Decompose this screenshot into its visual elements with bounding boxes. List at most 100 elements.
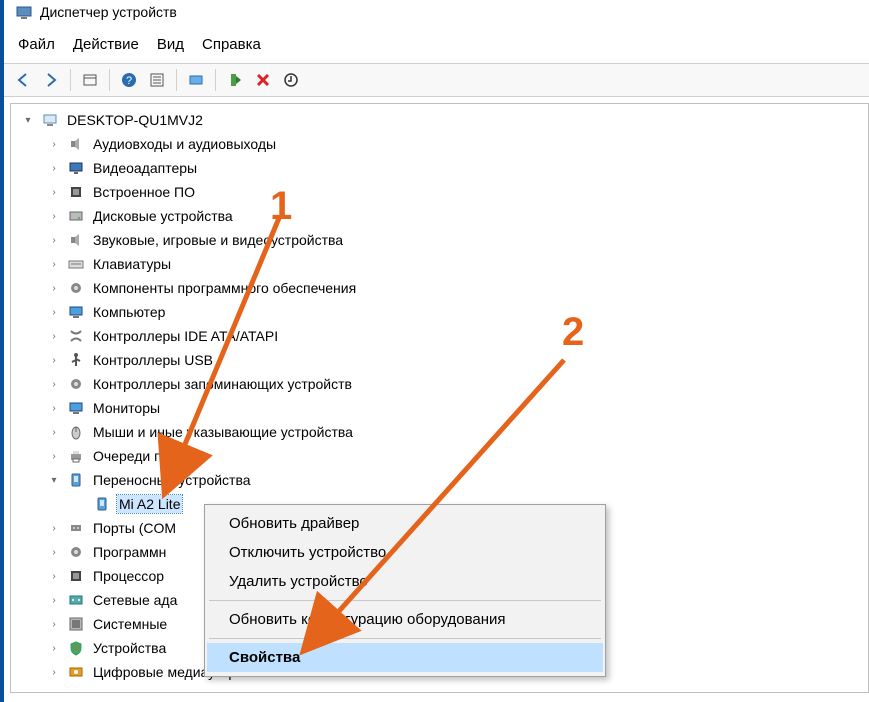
menu-view[interactable]: Вид bbox=[157, 36, 184, 53]
window-titlebar: Диспетчер устройств bbox=[4, 0, 869, 26]
tree-item-label: Мыши и иные указывающие устройства bbox=[91, 423, 355, 441]
expander-icon[interactable]: › bbox=[45, 547, 63, 558]
tree-item-label: Дисковые устройства bbox=[91, 207, 235, 225]
tree-item-label: Аудиовходы и аудиовыходы bbox=[91, 135, 278, 153]
display-icon bbox=[67, 159, 85, 177]
scan-button[interactable] bbox=[183, 67, 209, 93]
tree-item-sound[interactable]: › Звуковые, игровые и видеоустройства bbox=[11, 228, 868, 252]
tree-item-computer[interactable]: ›Компьютер bbox=[11, 300, 868, 324]
enable-button[interactable] bbox=[222, 67, 248, 93]
expander-icon[interactable]: › bbox=[45, 187, 63, 198]
monitor-icon bbox=[67, 399, 85, 417]
expander-icon[interactable]: ▾ bbox=[19, 115, 37, 126]
expander-icon[interactable]: › bbox=[45, 427, 63, 438]
tree-item-label: Процессор bbox=[91, 567, 166, 585]
expander-icon[interactable]: › bbox=[45, 235, 63, 246]
toolbar-separator bbox=[109, 69, 110, 91]
app-icon bbox=[16, 4, 32, 20]
tree-item-print-queue[interactable]: › Очереди печати bbox=[11, 444, 868, 468]
tree-item-label: Контроллеры IDE ATA/ATAPI bbox=[91, 327, 280, 345]
tree-item-monitors[interactable]: ›Мониторы bbox=[11, 396, 868, 420]
toolbar-separator bbox=[70, 69, 71, 91]
tree-item-label: Компоненты программного обеспечения bbox=[91, 279, 358, 297]
properties-button[interactable] bbox=[144, 67, 170, 93]
tree-item-mice[interactable]: › Мыши и иные указывающие устройства bbox=[11, 420, 868, 444]
chip-icon bbox=[67, 567, 85, 585]
tree-root[interactable]: ▾ DESKTOP-QU1MVJ2 bbox=[11, 108, 868, 132]
shield-icon bbox=[67, 639, 85, 657]
expander-icon[interactable]: › bbox=[45, 139, 63, 150]
gear-icon bbox=[67, 375, 85, 393]
context-menu-properties[interactable]: Свойства bbox=[207, 643, 603, 672]
menu-action[interactable]: Действие bbox=[73, 36, 139, 53]
expander-icon[interactable]: ▾ bbox=[45, 475, 63, 486]
tree-item-label: Видеоадаптеры bbox=[91, 159, 199, 177]
context-menu-separator bbox=[209, 600, 601, 601]
expander-icon[interactable]: › bbox=[45, 283, 63, 294]
tree-item-portable[interactable]: ▾ Переносные устройства bbox=[11, 468, 868, 492]
tree-item-label: Переносные устройства bbox=[91, 471, 253, 489]
context-menu-update-driver[interactable]: Обновить драйвер bbox=[207, 509, 603, 538]
expander-icon[interactable]: › bbox=[45, 619, 63, 630]
usb-icon bbox=[67, 351, 85, 369]
expander-icon[interactable]: › bbox=[45, 523, 63, 534]
expander-icon[interactable]: › bbox=[45, 355, 63, 366]
media-icon bbox=[67, 663, 85, 681]
tree-item-software[interactable]: › Компоненты программного обеспечения bbox=[11, 276, 868, 300]
menubar: Файл Действие Вид Справка bbox=[4, 26, 869, 63]
expander-icon[interactable]: › bbox=[45, 667, 63, 678]
context-menu: Обновить драйверОтключить устройствоУдал… bbox=[204, 504, 606, 677]
tree-item-video[interactable]: › Видеоадаптеры bbox=[11, 156, 868, 180]
expander-icon[interactable]: › bbox=[45, 307, 63, 318]
context-menu-scan-hardware[interactable]: Обновить конфигурацию оборудования bbox=[207, 605, 603, 634]
chip-icon bbox=[67, 183, 85, 201]
context-menu-disable-device[interactable]: Отключить устройство bbox=[207, 538, 603, 567]
uninstall-button[interactable] bbox=[250, 67, 276, 93]
net-icon bbox=[67, 591, 85, 609]
update-button[interactable] bbox=[278, 67, 304, 93]
tree-item-label: Программн bbox=[91, 543, 168, 561]
cable-icon bbox=[67, 327, 85, 345]
tree-item-label: Mi A2 Lite bbox=[117, 495, 182, 513]
menu-help[interactable]: Справка bbox=[202, 36, 261, 53]
show-hidden-button[interactable] bbox=[77, 67, 103, 93]
tree-item-firmware[interactable]: › Встроенное ПО bbox=[11, 180, 868, 204]
tree-item-disks[interactable]: › Дисковые устройства bbox=[11, 204, 868, 228]
disk-icon bbox=[67, 207, 85, 225]
speaker-icon bbox=[67, 135, 85, 153]
toolbar-separator bbox=[176, 69, 177, 91]
tree-item-label: Звуковые, игровые и видеоустройства bbox=[91, 231, 345, 249]
device-icon bbox=[67, 471, 85, 489]
device-icon bbox=[93, 495, 111, 513]
tree-item-label: Встроенное ПО bbox=[91, 183, 197, 201]
menu-file[interactable]: Файл bbox=[18, 36, 55, 53]
expander-icon[interactable]: › bbox=[45, 571, 63, 582]
tree-item-storage-ctrl[interactable]: › Контроллеры запоминающих устройств bbox=[11, 372, 868, 396]
expander-icon[interactable]: › bbox=[45, 163, 63, 174]
expander-icon[interactable]: › bbox=[45, 595, 63, 606]
expander-icon[interactable]: › bbox=[45, 259, 63, 270]
expander-icon[interactable]: › bbox=[45, 379, 63, 390]
tree-item-label: Порты (COM bbox=[91, 519, 178, 537]
toolbar-separator bbox=[215, 69, 216, 91]
tree-item-label: Устройства bbox=[91, 639, 168, 657]
tree-item-label: Контроллеры USB bbox=[91, 351, 215, 369]
tree-item-label: Контроллеры запоминающих устройств bbox=[91, 375, 354, 393]
back-button[interactable] bbox=[10, 67, 36, 93]
help-button[interactable]: ? bbox=[116, 67, 142, 93]
expander-icon[interactable]: › bbox=[45, 331, 63, 342]
expander-icon[interactable]: › bbox=[45, 211, 63, 222]
root-label: DESKTOP-QU1MVJ2 bbox=[65, 111, 205, 129]
expander-icon[interactable]: › bbox=[45, 403, 63, 414]
tree-item-label: Очереди печати bbox=[91, 447, 200, 465]
context-menu-remove-device[interactable]: Удалить устройство bbox=[207, 567, 603, 596]
system-icon bbox=[67, 615, 85, 633]
tree-item-ide[interactable]: › Контроллеры IDE ATA/ATAPI bbox=[11, 324, 868, 348]
expander-icon[interactable]: › bbox=[45, 643, 63, 654]
tree-item-usb[interactable]: › Контроллеры USB bbox=[11, 348, 868, 372]
tree-item-audio-io[interactable]: › Аудиовходы и аудиовыходы bbox=[11, 132, 868, 156]
forward-button[interactable] bbox=[38, 67, 64, 93]
tree-item-label: Сетевые ада bbox=[91, 591, 179, 609]
tree-item-keyboards[interactable]: ›Клавиатуры bbox=[11, 252, 868, 276]
expander-icon[interactable]: › bbox=[45, 451, 63, 462]
